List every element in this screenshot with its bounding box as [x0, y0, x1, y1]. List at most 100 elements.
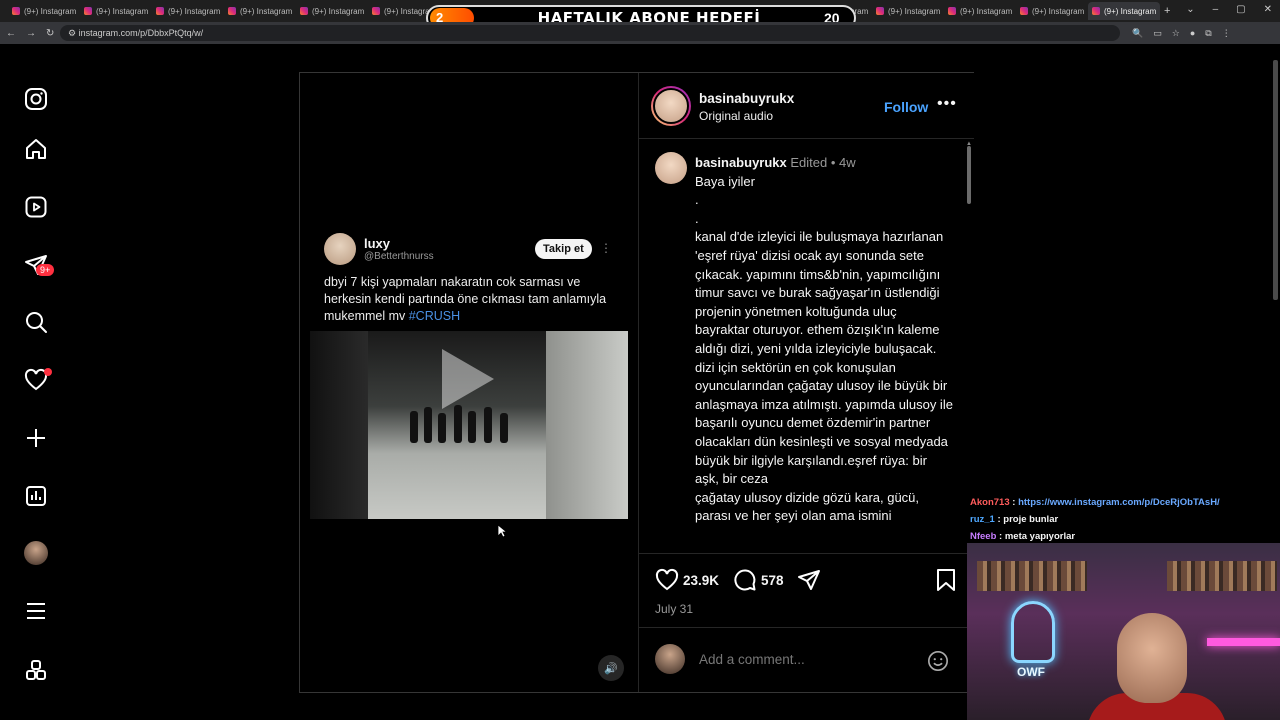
address-bar-row: ← → ↻ ⚙ instagram.com/p/DbbxPtQtq/w/ 🔍 ▭… [0, 22, 1280, 44]
mouse-cursor-icon [497, 524, 507, 538]
browser-tab[interactable]: (9+) Instagram✕ [80, 2, 152, 20]
url-text: instagram.com/p/DbbxPtQtq/w/ [78, 28, 204, 38]
browser-tab[interactable]: (9+) Instagram✕ [872, 2, 944, 20]
tweet-follow-button: Takip et [535, 239, 592, 259]
comment-input[interactable]: Add a comment... [699, 652, 805, 667]
dashboard-icon[interactable] [22, 482, 50, 510]
instagram-favicon-icon [84, 7, 92, 15]
caption-username[interactable]: basinabuyrukx [695, 155, 787, 170]
forward-icon[interactable]: → [26, 28, 36, 39]
create-plus-icon[interactable] [22, 424, 50, 452]
browser-tab[interactable]: (9+) Instagram✕ [224, 2, 296, 20]
extensions-puzzle-icon[interactable]: ⧉ [1205, 28, 1211, 39]
share-action [797, 568, 821, 592]
more-menu-icon[interactable] [22, 597, 50, 625]
browser-tab[interactable]: (9+) Instagram✕ [944, 2, 1016, 20]
post-date[interactable]: July 31 [655, 602, 693, 616]
home-icon[interactable] [22, 135, 50, 163]
chat-username: Nfeeb [970, 531, 997, 542]
site-info-icon[interactable]: ⚙ [68, 28, 79, 38]
chat-message: Akon713 : https://www.instagram.com/p/Dc… [970, 497, 1220, 508]
author-username[interactable]: basinabuyrukx [699, 91, 794, 106]
messages-badge: 9+ [36, 264, 55, 276]
reel-media[interactable]: luxy @Betterthnurss Takip et ⋮ dbyi 7 ki… [300, 73, 637, 692]
search-icon[interactable] [22, 308, 50, 336]
instagram-favicon-icon [300, 7, 308, 15]
zoom-icon[interactable]: 🔍 [1132, 28, 1143, 39]
caption-text: basinabuyrukx Edited • 4w Baya iyiler . … [695, 154, 953, 526]
caption-avatar[interactable] [655, 152, 687, 184]
chat-text: https://www.instagram.com/p/DceRjObTAsH/ [1018, 497, 1220, 508]
window-controls: ⌄ – ▢ ✕ [1186, 4, 1272, 15]
comment-action: 578 [733, 568, 784, 592]
bookmark-icon[interactable] [935, 568, 957, 592]
audio-toggle-icon[interactable]: 🔊 [598, 655, 624, 681]
share-icon[interactable] [797, 568, 821, 592]
also-from-meta-icon[interactable] [22, 656, 50, 684]
new-tab-button[interactable]: + [1164, 5, 1170, 17]
tweet-header: luxy @Betterthnurss [324, 233, 434, 265]
close-window-button[interactable]: ✕ [1264, 4, 1272, 15]
comment-icon[interactable] [733, 568, 757, 592]
save-action [935, 568, 957, 592]
browser-tab[interactable]: (9+) Instagram✕ [296, 2, 368, 20]
tab-label: (9+) Instagram [312, 6, 365, 16]
like-heart-icon[interactable] [655, 568, 679, 592]
add-comment-row: Add a comment... [639, 627, 974, 692]
caption-line: Baya iyiler [695, 173, 755, 189]
back-icon[interactable]: ← [6, 28, 16, 39]
neon-sign-text: OWF [1017, 665, 1045, 679]
browser-tab[interactable]: (9+) Instagram✕ [8, 2, 80, 20]
comment-count: 578 [761, 572, 784, 588]
caption-scrollbar[interactable] [967, 146, 971, 204]
embedded-video-frame [310, 331, 628, 519]
streamer-face [1117, 613, 1187, 703]
nav-buttons: ← → ↻ [0, 28, 60, 39]
reels-icon[interactable] [22, 193, 50, 221]
tab-label: (9+) Instagram [888, 6, 941, 16]
reload-icon[interactable]: ↻ [46, 28, 54, 39]
chat-message: ruz_1 : proje bunlar [970, 514, 1059, 525]
tab-label: (9+) Instagram [240, 6, 293, 16]
tweet-name: luxy [364, 236, 391, 251]
page-scrollbar[interactable] [1273, 60, 1278, 300]
browser-tab[interactable]: (9+) Instagram✕ [1088, 2, 1160, 20]
maximize-button[interactable]: ▢ [1236, 4, 1245, 15]
play-icon [442, 349, 494, 409]
streamer-webcam: OWF [967, 543, 1280, 720]
caption-line: . [695, 192, 699, 208]
extension-icon[interactable]: ● [1190, 28, 1195, 39]
chat-text: proje bunlar [1003, 514, 1059, 525]
instagram-sidebar: 9+ [0, 44, 72, 720]
cast-icon[interactable]: ▭ [1153, 28, 1162, 39]
chrome-menu-icon[interactable]: ⋮ [1222, 28, 1231, 39]
instagram-favicon-icon [1092, 7, 1100, 15]
caption-meta: Edited • 4w [790, 155, 856, 170]
url-field[interactable]: ⚙ instagram.com/p/DbbxPtQtq/w/ [60, 25, 1120, 41]
post-header: basinabuyrukx Original audio Follow ••• [639, 73, 974, 139]
more-options-icon[interactable]: ••• [937, 95, 957, 113]
stream-chat-overlay: Akon713 : https://www.instagram.com/p/Dc… [970, 494, 1270, 545]
instagram-logo-icon[interactable] [22, 85, 50, 113]
bookmark-star-icon[interactable]: ☆ [1172, 28, 1180, 39]
tweet-more-icon: ⋮ [600, 241, 612, 255]
emoji-icon[interactable] [927, 650, 949, 672]
browser-tab[interactable]: (9+) Instagram✕ [152, 2, 224, 20]
original-audio-link[interactable]: Original audio [699, 109, 773, 123]
chat-username: ruz_1 [970, 514, 995, 525]
chat-text: meta yapıyorlar [1004, 531, 1076, 542]
tab-label: (9+) Instagram [96, 6, 149, 16]
post-actions: 23.9K 578 July 31 [639, 553, 974, 627]
instagram-favicon-icon [1020, 7, 1028, 15]
browser-tab[interactable]: (9+) Instagram✕ [1016, 2, 1088, 20]
tweet-handle: @Betterthnurss [364, 251, 434, 262]
post-dialog: luxy @Betterthnurss Takip et ⋮ dbyi 7 ki… [299, 72, 974, 693]
minimize-button[interactable]: – [1213, 4, 1219, 15]
follow-button[interactable]: Follow [884, 99, 928, 115]
caption-area: basinabuyrukx Edited • 4w Baya iyiler . … [639, 140, 974, 553]
profile-avatar[interactable] [22, 539, 50, 567]
profile-menu-icon[interactable]: ⌄ [1186, 4, 1194, 15]
author-avatar[interactable] [651, 86, 691, 126]
like-count[interactable]: 23.9K [683, 573, 719, 588]
caption-line: çağatay ulusoy dizide gözü kara, gücü, p… [695, 489, 920, 524]
